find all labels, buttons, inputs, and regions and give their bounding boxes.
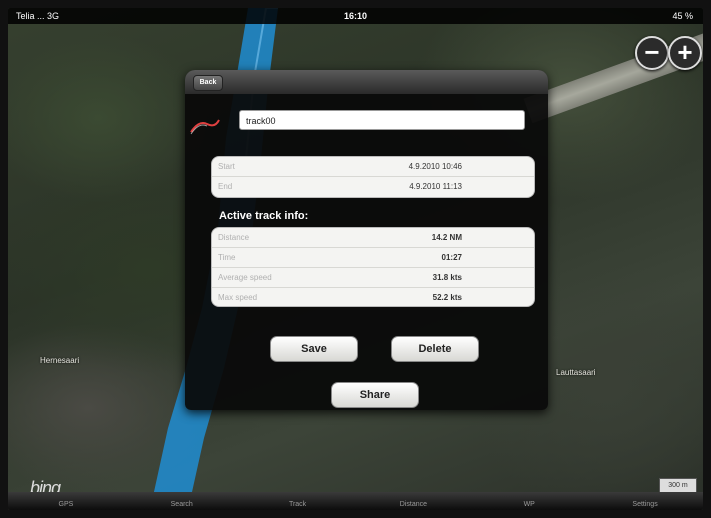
tab-search[interactable]: Search bbox=[124, 492, 240, 510]
start-value: 4.9.2010 10:46 bbox=[408, 162, 462, 171]
end-label: End bbox=[218, 182, 233, 191]
track-name-field[interactable]: track00 bbox=[239, 110, 525, 130]
time-row: Time 01:27 bbox=[212, 248, 534, 268]
average-speed-row: Average speed 31.8 kts bbox=[212, 268, 534, 288]
back-button[interactable]: Back bbox=[193, 75, 223, 91]
time-label: Time bbox=[218, 253, 236, 262]
max-speed-label: Max speed bbox=[218, 293, 258, 302]
end-row: End 4.9.2010 11:13 bbox=[212, 177, 534, 196]
clock-text: 16:10 bbox=[343, 11, 368, 21]
delete-button[interactable]: Delete bbox=[391, 336, 479, 362]
track-info-panel: Distance 14.2 NM Time 01:27 Average spee… bbox=[211, 227, 535, 307]
tab-bar: GPS Search Track Distance WP Settings bbox=[8, 492, 703, 510]
app-screen: Telia ... 3G 16:10 45 % − + Hernesaari L… bbox=[8, 8, 703, 510]
battery-text: 45 % bbox=[672, 11, 693, 21]
distance-value: 14.2 NM bbox=[431, 233, 462, 242]
tab-distance[interactable]: Distance bbox=[355, 492, 471, 510]
tab-gps[interactable]: GPS bbox=[8, 492, 124, 510]
map-place-label: Lauttasaari bbox=[556, 368, 596, 377]
max-speed-value: 52.2 kts bbox=[432, 293, 462, 302]
start-label: Start bbox=[218, 162, 235, 171]
zoom-in-button[interactable]: + bbox=[668, 36, 702, 70]
tab-settings[interactable]: Settings bbox=[587, 492, 703, 510]
save-button[interactable]: Save bbox=[270, 336, 358, 362]
track-dialog: Back track00 Start 4.9.2010 10:46 End 4.… bbox=[185, 70, 548, 410]
distance-row: Distance 14.2 NM bbox=[212, 228, 534, 248]
track-line-icon bbox=[190, 119, 220, 135]
dialog-header: Back bbox=[185, 70, 548, 94]
active-track-title: Active track info: bbox=[219, 210, 309, 222]
zoom-out-button[interactable]: − bbox=[635, 36, 669, 70]
time-value: 01:27 bbox=[441, 253, 462, 262]
dates-panel: Start 4.9.2010 10:46 End 4.9.2010 11:13 bbox=[211, 156, 535, 198]
average-speed-label: Average speed bbox=[218, 273, 272, 282]
status-bar: Telia ... 3G 16:10 45 % bbox=[8, 8, 703, 24]
map-place-label: Hernesaari bbox=[40, 356, 80, 365]
share-button[interactable]: Share bbox=[331, 382, 419, 408]
tab-wp[interactable]: WP bbox=[471, 492, 587, 510]
tab-track[interactable]: Track bbox=[240, 492, 356, 510]
end-value: 4.9.2010 11:13 bbox=[409, 182, 462, 191]
start-row: Start 4.9.2010 10:46 bbox=[212, 157, 534, 177]
distance-label: Distance bbox=[218, 233, 250, 242]
average-speed-value: 31.8 kts bbox=[432, 273, 462, 282]
max-speed-row: Max speed 52.2 kts bbox=[212, 288, 534, 307]
